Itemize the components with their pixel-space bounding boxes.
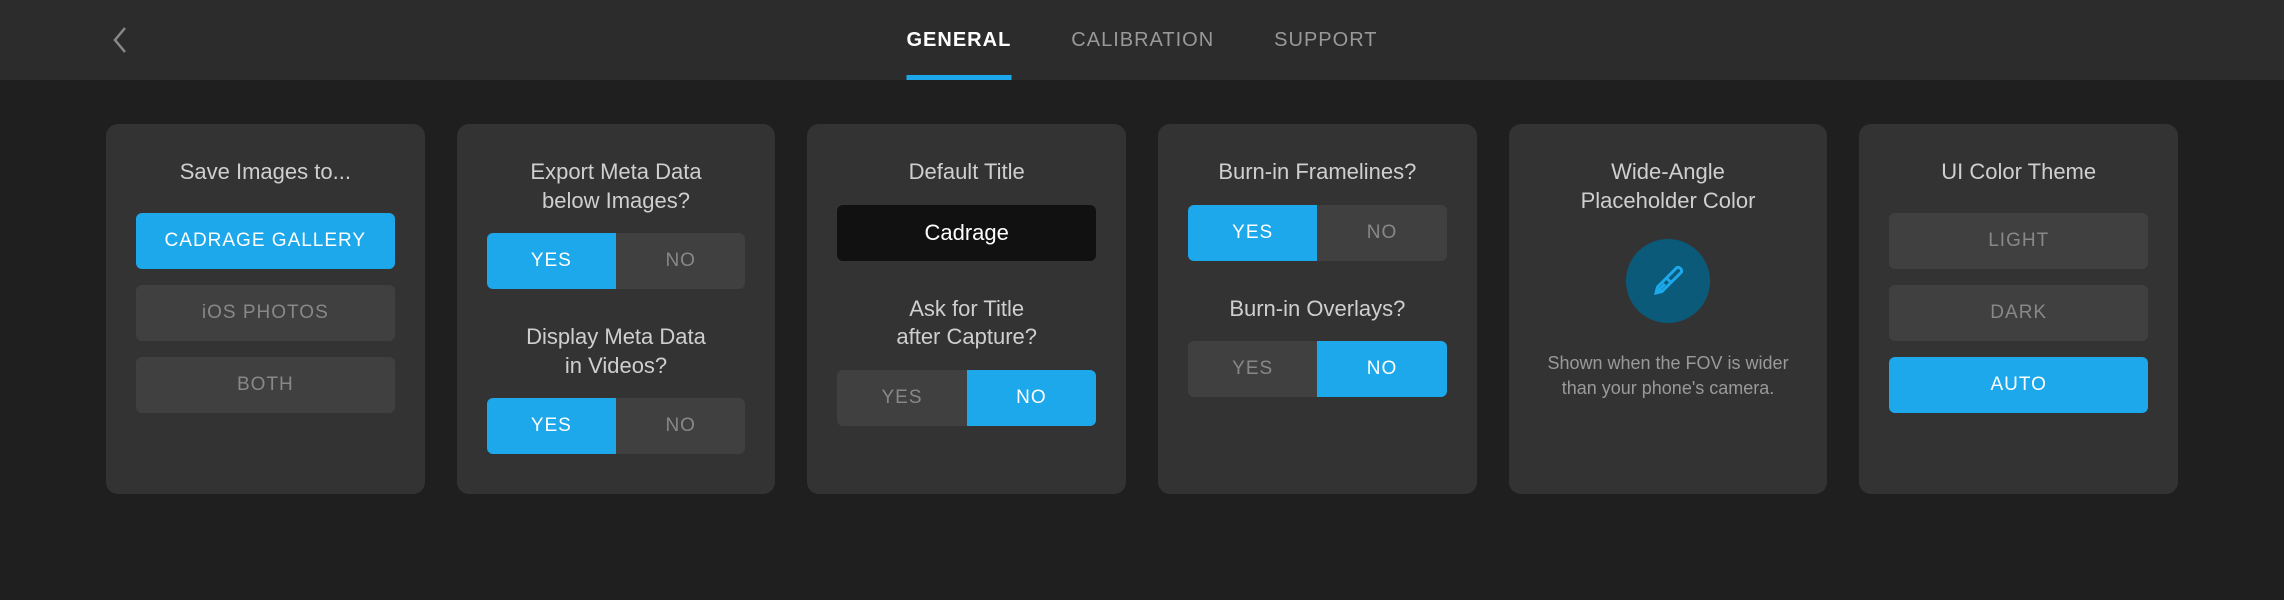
color-swatch-button[interactable]: [1626, 239, 1710, 323]
tab-support[interactable]: SUPPORT: [1274, 0, 1377, 80]
burn-overlays-yes[interactable]: YES: [1188, 341, 1317, 397]
ask-title-yes[interactable]: YES: [837, 370, 966, 426]
ask-title-no[interactable]: NO: [967, 370, 1096, 426]
theme-dark[interactable]: DARK: [1889, 285, 2148, 341]
chevron-left-icon: [111, 25, 129, 55]
save-images-title: Save Images to...: [180, 158, 351, 187]
placeholder-color-title: Wide-AnglePlaceholder Color: [1581, 158, 1756, 215]
ask-title-segment: YES NO: [837, 370, 1096, 426]
default-title-input[interactable]: Cadrage: [837, 205, 1096, 261]
nav-tabs: GENERAL CALIBRATION SUPPORT: [907, 0, 1378, 80]
ui-theme-title: UI Color Theme: [1941, 158, 2096, 187]
group-default-title: Default Title Cadrage: [837, 158, 1096, 261]
card-meta-data: Export Meta Databelow Images? YES NO Dis…: [457, 124, 776, 494]
display-meta-video-yes[interactable]: YES: [487, 398, 616, 454]
theme-light[interactable]: LIGHT: [1889, 213, 2148, 269]
option-cadrage-gallery[interactable]: CADRAGE GALLERY: [136, 213, 395, 269]
option-both[interactable]: BOTH: [136, 357, 395, 413]
export-meta-yes[interactable]: YES: [487, 233, 616, 289]
display-meta-video-segment: YES NO: [487, 398, 746, 454]
settings-panels: Save Images to... CADRAGE GALLERY iOS PH…: [0, 80, 2284, 494]
burn-framelines-title: Burn-in Framelines?: [1188, 158, 1447, 187]
export-meta-title: Export Meta Databelow Images?: [487, 158, 746, 215]
placeholder-color-hint: Shown when the FOV is widerthan your pho…: [1547, 351, 1788, 401]
export-meta-segment: YES NO: [487, 233, 746, 289]
eyedropper-icon: [1650, 263, 1686, 299]
default-title-label: Default Title: [837, 158, 1096, 187]
tab-calibration[interactable]: CALIBRATION: [1071, 0, 1214, 80]
card-title-settings: Default Title Cadrage Ask for Titleafter…: [807, 124, 1126, 494]
burn-framelines-no[interactable]: NO: [1317, 205, 1446, 261]
card-placeholder-color: Wide-AnglePlaceholder Color Shown when t…: [1509, 124, 1828, 494]
burn-overlays-no[interactable]: NO: [1317, 341, 1446, 397]
burn-overlays-title: Burn-in Overlays?: [1188, 295, 1447, 324]
burn-framelines-segment: YES NO: [1188, 205, 1447, 261]
group-display-meta-video: Display Meta Datain Videos? YES NO: [487, 323, 746, 454]
group-burn-framelines: Burn-in Framelines? YES NO: [1188, 158, 1447, 261]
card-ui-theme: UI Color Theme LIGHT DARK AUTO: [1859, 124, 2178, 494]
top-bar: GENERAL CALIBRATION SUPPORT: [0, 0, 2284, 80]
ask-title-label: Ask for Titleafter Capture?: [837, 295, 1096, 352]
group-burn-overlays: Burn-in Overlays? YES NO: [1188, 295, 1447, 398]
card-burn-in: Burn-in Framelines? YES NO Burn-in Overl…: [1158, 124, 1477, 494]
option-ios-photos[interactable]: iOS PHOTOS: [136, 285, 395, 341]
display-meta-video-no[interactable]: NO: [616, 398, 745, 454]
burn-overlays-segment: YES NO: [1188, 341, 1447, 397]
export-meta-no[interactable]: NO: [616, 233, 745, 289]
tab-general[interactable]: GENERAL: [907, 0, 1012, 80]
display-meta-video-title: Display Meta Datain Videos?: [487, 323, 746, 380]
back-button[interactable]: [100, 20, 140, 60]
burn-framelines-yes[interactable]: YES: [1188, 205, 1317, 261]
card-save-images: Save Images to... CADRAGE GALLERY iOS PH…: [106, 124, 425, 494]
theme-auto[interactable]: AUTO: [1889, 357, 2148, 413]
group-ask-title: Ask for Titleafter Capture? YES NO: [837, 295, 1096, 426]
group-export-meta: Export Meta Databelow Images? YES NO: [487, 158, 746, 289]
